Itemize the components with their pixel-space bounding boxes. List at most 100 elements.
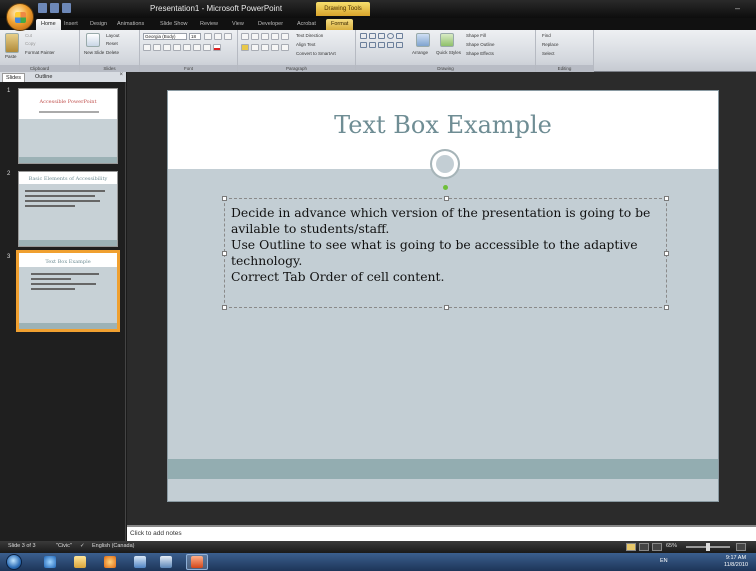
language-status[interactable]: English (Canada) [92,543,135,549]
block-arrow-shape-icon[interactable] [369,42,376,48]
quick-styles-icon[interactable] [440,33,454,47]
tab-developer[interactable]: Developer [258,19,283,30]
resize-handle-bottom[interactable] [444,305,449,310]
text-box-content[interactable]: Decide in advance which version of the p… [231,205,661,285]
file-explorer-icon[interactable] [74,556,86,568]
arrange-icon[interactable] [416,33,430,47]
new-slide-icon[interactable] [86,33,100,47]
clear-formatting-icon[interactable] [224,33,232,40]
line-spacing-icon[interactable] [281,33,289,40]
align-left-icon[interactable] [241,44,249,51]
slide-title[interactable]: Text Box Example [168,111,718,139]
resize-handle-left[interactable] [222,251,227,256]
align-right-icon[interactable] [261,44,269,51]
clock[interactable]: 9:17 AM 11/8/2010 [724,555,748,569]
slide-show-view-icon[interactable] [652,543,662,551]
save-icon[interactable] [38,3,47,13]
tab-review[interactable]: Review [200,19,218,30]
line-shape-icon[interactable] [369,33,376,39]
tab-format[interactable]: Format [326,19,354,30]
resize-handle-top[interactable] [444,196,449,201]
remote-desktop-icon[interactable] [160,556,172,568]
tab-acrobat[interactable]: Acrobat [297,19,316,30]
powerpoint-taskbar-button[interactable] [186,554,208,570]
tab-slides[interactable]: Slides [2,73,25,82]
resize-handle-right[interactable] [664,251,669,256]
replace-button[interactable]: Replace [542,42,559,47]
arrange-button[interactable]: Arrange [412,50,428,55]
language-indicator[interactable]: EN [660,558,668,564]
tab-animations[interactable]: Animations [117,19,144,30]
triangle-shape-icon[interactable] [360,42,367,48]
oval-shape-icon[interactable] [387,33,394,39]
tab-home[interactable]: Home [36,19,61,30]
shape-outline-button[interactable]: Shape Outline [466,42,495,47]
find-button[interactable]: Find [542,33,551,38]
increase-indent-icon[interactable] [271,33,279,40]
underline-icon[interactable] [163,44,171,51]
text-direction-button[interactable]: Text Direction [296,33,323,38]
tab-outline[interactable]: Outline [32,73,55,82]
slide-sorter-view-icon[interactable] [639,543,649,551]
rectangle-shape-icon[interactable] [360,33,367,39]
change-case-icon[interactable] [203,44,211,51]
rotate-handle[interactable] [443,185,448,190]
align-text-button[interactable]: Align Text [296,42,315,47]
arrow-shape-icon[interactable] [378,33,385,39]
character-spacing-icon[interactable] [193,44,201,51]
bullets-icon[interactable] [241,33,249,40]
reset-button[interactable]: Reset [106,41,118,46]
slide-thumbnail-1[interactable]: Accessible PowerPoint [18,88,118,164]
resize-handle-top-left[interactable] [222,196,227,201]
resize-handle-top-right[interactable] [664,196,669,201]
font-color-icon[interactable] [213,44,221,51]
resize-handle-bottom-left[interactable] [222,305,227,310]
tab-design[interactable]: Design [90,19,107,30]
format-painter-button[interactable]: Format Painter [25,50,55,55]
tab-view[interactable]: View [232,19,244,30]
grow-font-icon[interactable] [204,33,212,40]
resize-handle-bottom-right[interactable] [664,305,669,310]
text-box[interactable]: Decide in advance which version of the p… [222,196,669,310]
network-icon[interactable] [134,556,146,568]
rounded-rect-shape-icon[interactable] [396,33,403,39]
font-size-select[interactable]: 18 [189,33,201,40]
slide-thumbnail-2[interactable]: Basic Elements of Accessibility [18,171,118,247]
strikethrough-icon[interactable] [173,44,181,51]
office-button[interactable] [6,3,34,31]
slide-canvas[interactable]: Text Box Example Decide in advance which… [167,90,719,502]
new-slide-button[interactable]: New Slide [84,50,104,55]
internet-explorer-icon[interactable] [44,556,56,568]
spellcheck-icon[interactable]: ✓ [80,543,85,549]
shrink-font-icon[interactable] [214,33,222,40]
copy-button[interactable]: Copy [25,41,36,46]
columns-icon[interactable] [281,44,289,51]
paste-button[interactable]: Paste [5,54,17,59]
convert-smartart-button[interactable]: Convert to SmartArt [296,51,336,56]
tab-slide-show[interactable]: Slide Show [160,19,188,30]
zoom-slider-thumb[interactable] [706,543,710,551]
decrease-indent-icon[interactable] [261,33,269,40]
font-name-select[interactable]: Georgia (Body) [143,33,187,40]
fit-to-window-icon[interactable] [736,543,746,551]
minimize-button[interactable]: – [735,3,740,13]
numbering-icon[interactable] [251,33,259,40]
shape-fill-button[interactable]: Shape Fill [466,33,486,38]
layout-button[interactable]: Layout [106,33,120,38]
cut-button[interactable]: Cut [25,33,32,38]
italic-icon[interactable] [153,44,161,51]
paste-icon[interactable] [5,33,19,53]
media-player-icon[interactable] [104,556,116,568]
notes-pane[interactable]: Click to add notes [127,525,756,541]
close-icon[interactable]: × [119,72,123,78]
justify-icon[interactable] [271,44,279,51]
quick-styles-button[interactable]: Quick Styles [436,50,461,55]
bold-icon[interactable] [143,44,151,51]
zoom-level[interactable]: 65% [666,543,677,549]
tab-insert[interactable]: Insert [64,19,78,30]
normal-view-icon[interactable] [626,543,636,551]
callout-shape-icon[interactable] [396,42,403,48]
delete-slide-button[interactable]: Delete [106,50,119,55]
brace-shape-icon[interactable] [387,42,394,48]
shape-effects-button[interactable]: Shape Effects [466,51,494,56]
